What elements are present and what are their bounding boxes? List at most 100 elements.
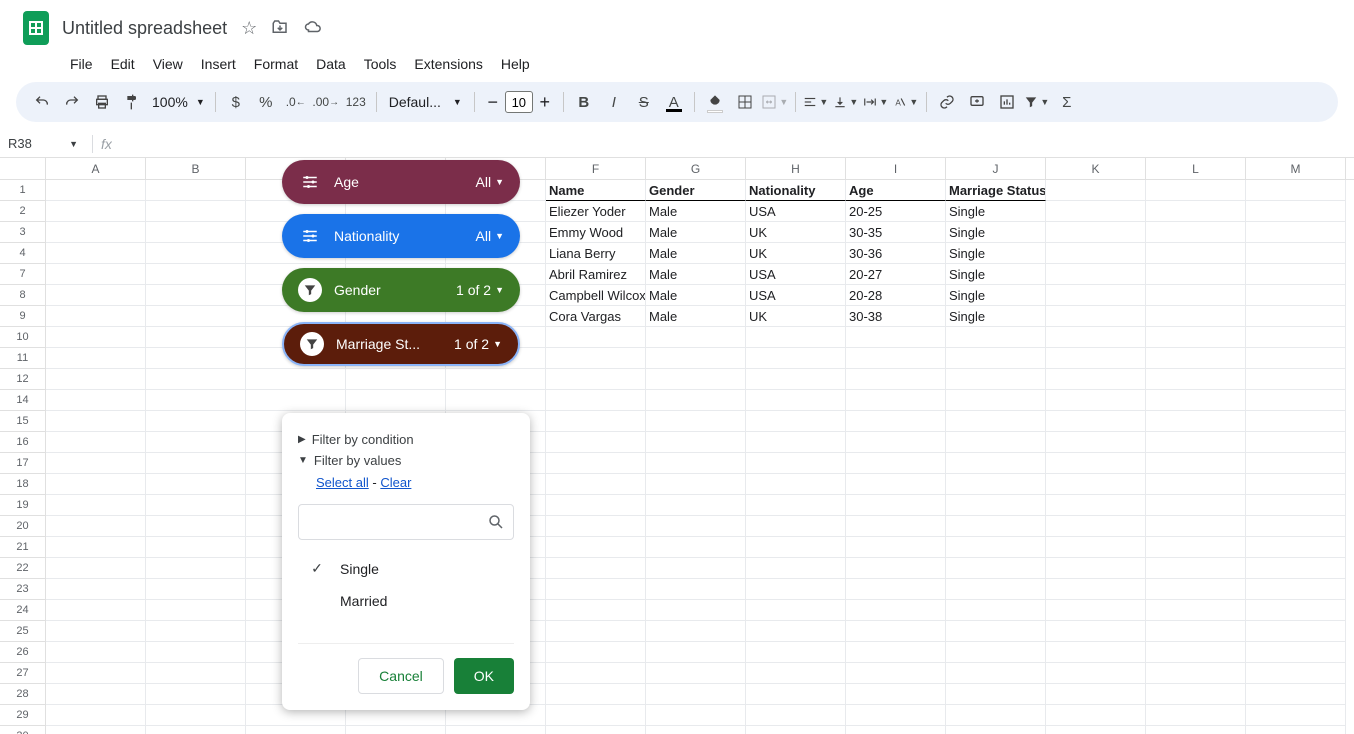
cell[interactable]	[146, 453, 246, 474]
cell[interactable]	[46, 495, 146, 516]
cell[interactable]	[1246, 684, 1346, 705]
cell[interactable]	[946, 516, 1046, 537]
cell[interactable]	[146, 495, 246, 516]
cell[interactable]: USA	[746, 285, 846, 306]
select-all-corner[interactable]	[0, 158, 46, 179]
cell[interactable]	[746, 369, 846, 390]
cell[interactable]: Single	[946, 201, 1046, 222]
halign-button[interactable]: ▼	[802, 88, 830, 116]
cell[interactable]	[646, 432, 746, 453]
cell[interactable]	[646, 663, 746, 684]
cell[interactable]: 30-35	[846, 222, 946, 243]
percent-button[interactable]: %	[252, 88, 280, 116]
cell[interactable]	[1246, 453, 1346, 474]
chart-button[interactable]	[993, 88, 1021, 116]
cell[interactable]	[1046, 516, 1146, 537]
cell[interactable]: Liana Berry	[546, 243, 646, 264]
cell[interactable]	[1046, 642, 1146, 663]
cell[interactable]	[846, 411, 946, 432]
cell[interactable]	[46, 726, 146, 734]
cell[interactable]	[346, 390, 446, 411]
cell[interactable]	[1046, 558, 1146, 579]
cell[interactable]	[746, 642, 846, 663]
cell[interactable]: Male	[646, 243, 746, 264]
cell[interactable]	[546, 516, 646, 537]
cell[interactable]	[846, 327, 946, 348]
cell[interactable]	[146, 432, 246, 453]
sheets-logo[interactable]	[16, 8, 56, 48]
comment-button[interactable]	[963, 88, 991, 116]
text-color-button[interactable]: A	[660, 88, 688, 116]
cell[interactable]	[946, 684, 1046, 705]
cell[interactable]	[1146, 348, 1246, 369]
cell[interactable]	[46, 306, 146, 327]
cell[interactable]	[1146, 285, 1246, 306]
cell[interactable]	[146, 516, 246, 537]
row-header[interactable]: 20	[0, 516, 46, 537]
cell[interactable]: 30-36	[846, 243, 946, 264]
row-header[interactable]: 9	[0, 306, 46, 327]
cell[interactable]	[46, 432, 146, 453]
cell[interactable]	[346, 726, 446, 734]
select-all-link[interactable]: Select all	[316, 475, 369, 490]
cell[interactable]	[1246, 705, 1346, 726]
cell[interactable]	[646, 516, 746, 537]
more-formats-button[interactable]: 123	[342, 88, 370, 116]
cell[interactable]	[1246, 663, 1346, 684]
cell[interactable]	[1246, 348, 1346, 369]
cell[interactable]	[746, 390, 846, 411]
cell[interactable]: Marriage Status	[946, 180, 1046, 201]
cell[interactable]	[746, 726, 846, 734]
slicer-nationality[interactable]: Nationality All▼	[282, 214, 520, 258]
cell[interactable]: Single	[946, 264, 1046, 285]
cell[interactable]	[46, 348, 146, 369]
cell[interactable]: UK	[746, 222, 846, 243]
cell[interactable]	[1246, 495, 1346, 516]
cell[interactable]	[846, 684, 946, 705]
cell[interactable]	[1046, 180, 1146, 201]
functions-button[interactable]: Σ	[1053, 88, 1081, 116]
cell[interactable]	[146, 243, 246, 264]
cell[interactable]	[246, 369, 346, 390]
cell[interactable]	[146, 180, 246, 201]
cell[interactable]	[146, 306, 246, 327]
cell[interactable]	[46, 453, 146, 474]
cell[interactable]	[146, 663, 246, 684]
menu-help[interactable]: Help	[493, 52, 538, 76]
cell[interactable]	[1246, 222, 1346, 243]
cell[interactable]	[1246, 327, 1346, 348]
cell[interactable]	[1146, 621, 1246, 642]
cell[interactable]	[1146, 327, 1246, 348]
cell[interactable]	[846, 726, 946, 734]
cell[interactable]	[146, 201, 246, 222]
cell[interactable]	[1146, 642, 1246, 663]
cell[interactable]	[446, 390, 546, 411]
cell[interactable]	[846, 705, 946, 726]
cell[interactable]	[746, 495, 846, 516]
cell[interactable]	[646, 390, 746, 411]
cell[interactable]	[846, 474, 946, 495]
cell[interactable]	[1146, 390, 1246, 411]
cell[interactable]	[46, 705, 146, 726]
cell[interactable]	[1246, 474, 1346, 495]
cell[interactable]	[746, 411, 846, 432]
cell[interactable]	[1146, 369, 1246, 390]
cell[interactable]	[946, 390, 1046, 411]
cell[interactable]	[1146, 453, 1246, 474]
cell[interactable]	[746, 348, 846, 369]
row-header[interactable]: 14	[0, 390, 46, 411]
cell[interactable]	[1046, 285, 1146, 306]
cell[interactable]: 30-38	[846, 306, 946, 327]
cell[interactable]	[1246, 369, 1346, 390]
col-header[interactable]: M	[1246, 158, 1346, 179]
cell[interactable]	[446, 369, 546, 390]
col-header[interactable]: J	[946, 158, 1046, 179]
cell[interactable]	[846, 369, 946, 390]
cell[interactable]: Male	[646, 285, 746, 306]
row-header[interactable]: 10	[0, 327, 46, 348]
cell[interactable]	[46, 621, 146, 642]
cell[interactable]: Age	[846, 180, 946, 201]
cell[interactable]	[746, 432, 846, 453]
cell[interactable]	[1146, 180, 1246, 201]
cell[interactable]: USA	[746, 201, 846, 222]
